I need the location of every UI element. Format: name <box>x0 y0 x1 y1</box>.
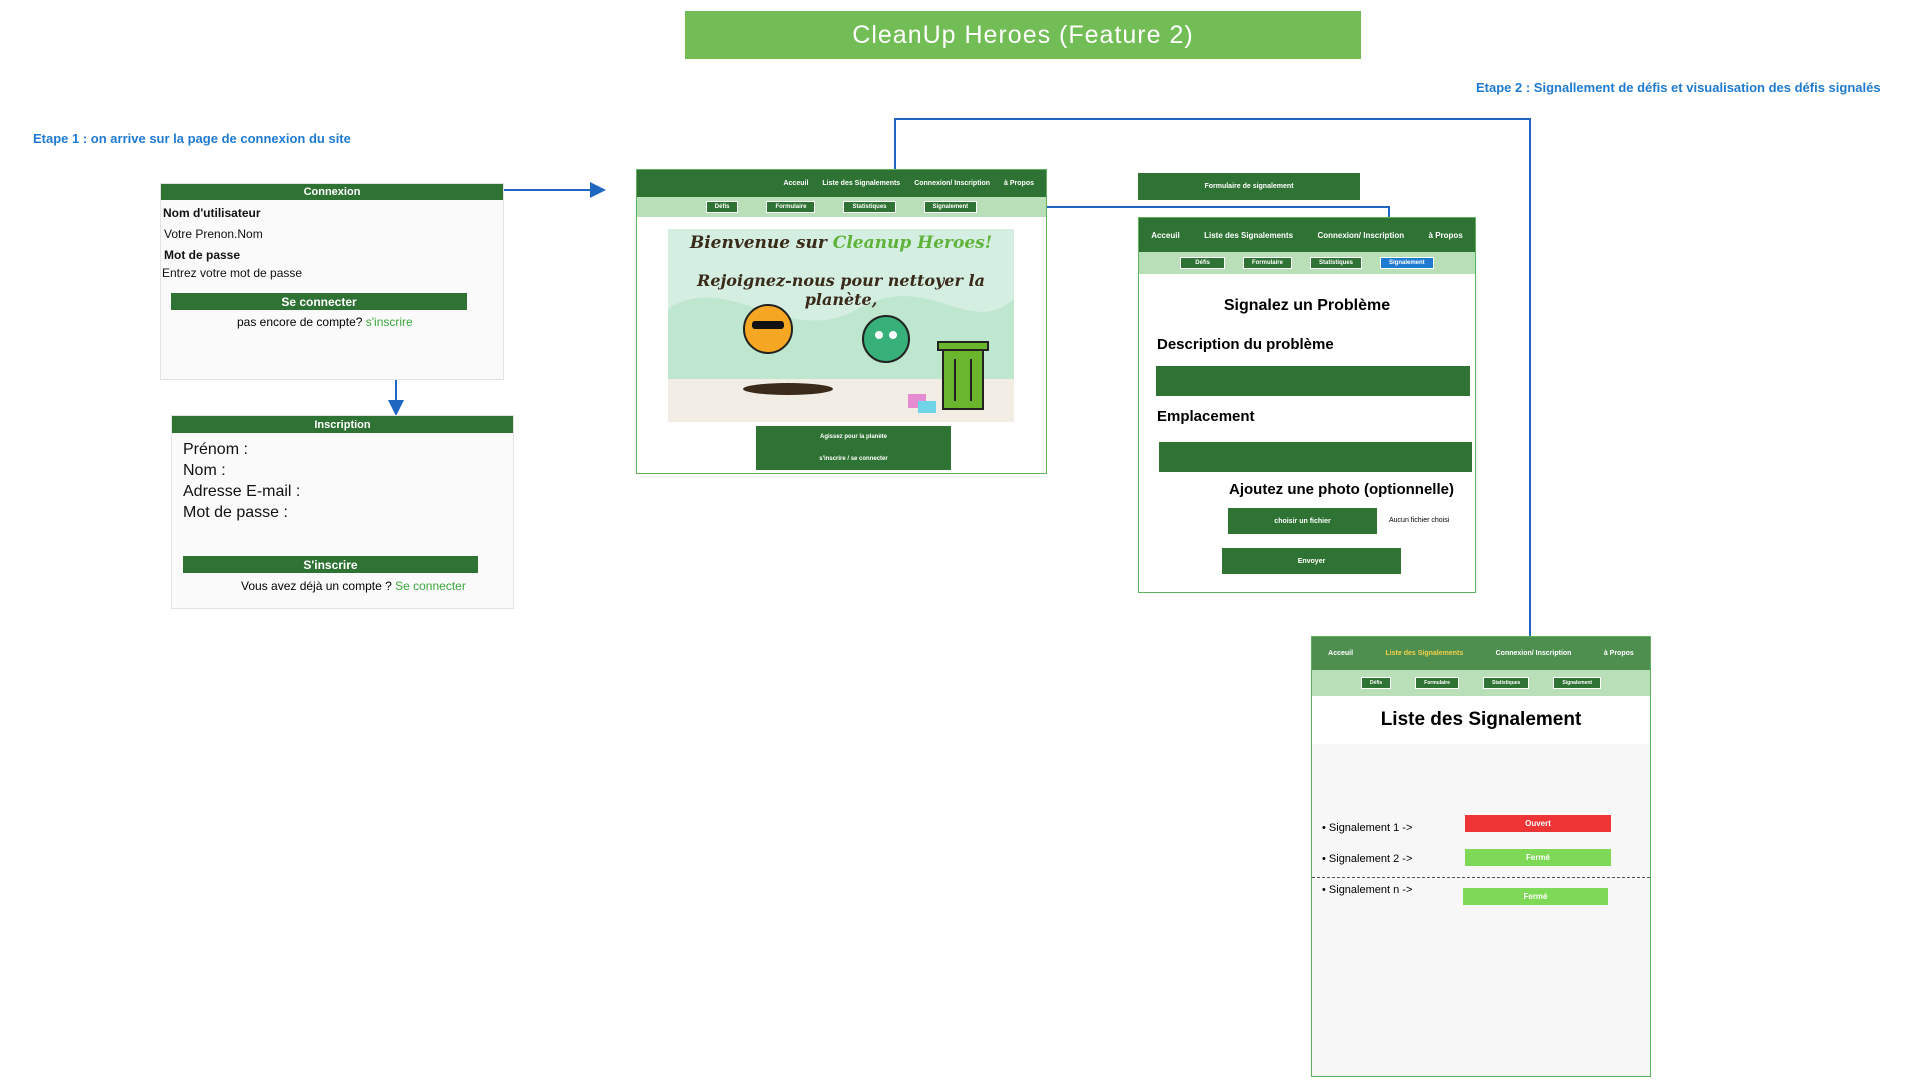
nav-home[interactable]: Acceuil <box>783 180 808 187</box>
cta-line2: s'inscrire / se connecter <box>819 456 888 462</box>
nav-report-list[interactable]: Liste des Signalements <box>1204 231 1293 240</box>
tab-stats[interactable]: Statistiques <box>843 201 896 213</box>
send-button[interactable]: Envoyer <box>1222 548 1401 574</box>
login-header: Connexion <box>161 184 503 200</box>
nav-about[interactable]: à Propos <box>1429 231 1463 240</box>
report-item-1-status: Ouvert <box>1465 815 1611 832</box>
cta-line1: Agissez pour la planète <box>819 434 888 440</box>
report-item-2-label[interactable]: • Signalement 2 -> <box>1322 853 1412 865</box>
form-navbar: Acceuil Liste des Signalements Connexion… <box>1139 218 1475 252</box>
report-item-n-label[interactable]: • Signalement n -> <box>1322 884 1412 896</box>
location-input[interactable] <box>1159 442 1472 472</box>
tab-form[interactable]: Formulaire <box>766 201 816 213</box>
have-account-text: Vous avez déjà un compte ? <box>241 579 392 593</box>
signup-button[interactable]: S'inscrire <box>183 556 478 573</box>
earth-character-icon <box>862 315 910 363</box>
tab-stats[interactable]: Statistiques <box>1483 677 1530 689</box>
login-panel: Connexion Nom d'utilisateur Votre Prenon… <box>160 183 504 380</box>
step-2-caption: Etape 2 : Signallement de défis et visua… <box>1476 80 1881 95</box>
email-label: Adresse E-mail : <box>183 483 301 500</box>
report-item-n-status: Fermé <box>1463 888 1608 905</box>
photo-label: Ajoutez une photo (optionnelle) <box>1229 481 1454 498</box>
home-page-mockup: Acceuil Liste des Signalements Connexion… <box>636 169 1047 474</box>
tab-stats[interactable]: Statistiques <box>1309 257 1362 269</box>
form-heading: Signalez un Problème <box>1223 297 1391 314</box>
choose-file-button[interactable]: choisir un fichier <box>1228 508 1377 534</box>
home-navbar: Acceuil Liste des Signalements Connexion… <box>637 170 1046 197</box>
cta-button[interactable]: Agissez pour la planète s'inscrire / se … <box>756 426 951 470</box>
no-account-text: pas encore de compte? <box>237 315 363 329</box>
report-form-mockup: Acceuil Liste des Signalements Connexion… <box>1138 217 1476 593</box>
nav-login[interactable]: Connexion/ Inscription <box>1496 650 1572 657</box>
list-subnav: Défis Formulaire Statistiques Signalemen… <box>1312 670 1650 696</box>
report-list-mockup: Acceuil Liste des Signalements Connexion… <box>1311 636 1651 1077</box>
nav-home[interactable]: Acceuil <box>1328 650 1353 657</box>
password-input[interactable]: Entrez votre mot de passe <box>162 266 302 280</box>
report-form-caption: Formulaire de signalement <box>1138 173 1360 200</box>
description-label: Description du problème <box>1157 336 1334 353</box>
username-label: Nom d'utilisateur <box>163 206 261 220</box>
signup-link[interactable]: s'inscrire <box>366 315 413 329</box>
signup-prompt: pas encore de compte? s'inscrire <box>237 315 413 329</box>
tab-report[interactable]: Signalement <box>1380 257 1434 269</box>
report-item-1-label[interactable]: • Signalement 1 -> <box>1322 822 1412 834</box>
login-prompt: Vous avez déjà un compte ? Se connecter <box>241 579 466 593</box>
nav-login[interactable]: Connexion/ Inscription <box>1317 231 1404 240</box>
banner-subtitle: Rejoignez-nous pour nettoyer la planète, <box>697 271 985 309</box>
firstname-label: Prénom : <box>183 441 248 458</box>
location-label: Emplacement <box>1157 408 1255 425</box>
welcome-banner: Bienvenue sur Cleanup Heroes! Rejoignez-… <box>668 229 1014 422</box>
banner-title-part1: Bienvenue sur <box>689 233 827 253</box>
banner-title: Bienvenue sur Cleanup Heroes! <box>668 233 1014 253</box>
nav-login[interactable]: Connexion/ Inscription <box>914 180 990 187</box>
form-subnav: Défis Formulaire Statistiques Signalemen… <box>1139 252 1475 274</box>
nav-report-list[interactable]: Liste des Signalements <box>1385 650 1463 657</box>
report-item-2-status: Fermé <box>1465 849 1611 866</box>
password-label: Mot de passe <box>164 248 241 262</box>
tab-form[interactable]: Formulaire <box>1242 257 1292 269</box>
banner-illustration <box>668 296 1014 422</box>
tab-challenges[interactable]: Défis <box>705 201 739 213</box>
nav-report-list[interactable]: Liste des Signalements <box>822 180 900 187</box>
tab-form[interactable]: Formulaire <box>1415 677 1459 689</box>
list-divider <box>1312 877 1650 878</box>
login-button[interactable]: Se connecter <box>171 293 467 310</box>
banner-title-part2: Cleanup Heroes! <box>832 233 993 253</box>
password-label: Mot de passe : <box>183 504 288 521</box>
list-heading: Liste des Signalement <box>1312 696 1650 744</box>
tab-challenges[interactable]: Défis <box>1360 677 1392 689</box>
tab-report[interactable]: Signalement <box>923 201 978 213</box>
diagram-title: CleanUp Heroes (Feature 2) <box>685 11 1361 59</box>
tab-report[interactable]: Signalement <box>1553 677 1602 689</box>
home-subnav: Défis Formulaire Statistiques Signalemen… <box>637 197 1046 217</box>
nav-home[interactable]: Acceuil <box>1151 231 1179 240</box>
lastname-label: Nom : <box>183 462 226 479</box>
trash-bin-icon <box>937 341 989 410</box>
username-input[interactable]: Votre Prenon.Nom <box>164 227 263 241</box>
description-input[interactable] <box>1156 366 1470 396</box>
no-file-text: Aucun fichier choisi <box>1389 517 1450 524</box>
login-link[interactable]: Se connecter <box>395 579 466 593</box>
nav-about[interactable]: à Propos <box>1604 650 1634 657</box>
list-navbar: Acceuil Liste des Signalements Connexion… <box>1312 637 1650 670</box>
tab-challenges[interactable]: Défis <box>1180 257 1225 269</box>
signup-header: Inscription <box>172 416 513 433</box>
signup-panel: Inscription Prénom : Nom : Adresse E-mai… <box>171 415 514 609</box>
step-1-caption: Etape 1 : on arrive sur la page de conne… <box>33 131 351 146</box>
nav-about[interactable]: à Propos <box>1004 180 1034 187</box>
